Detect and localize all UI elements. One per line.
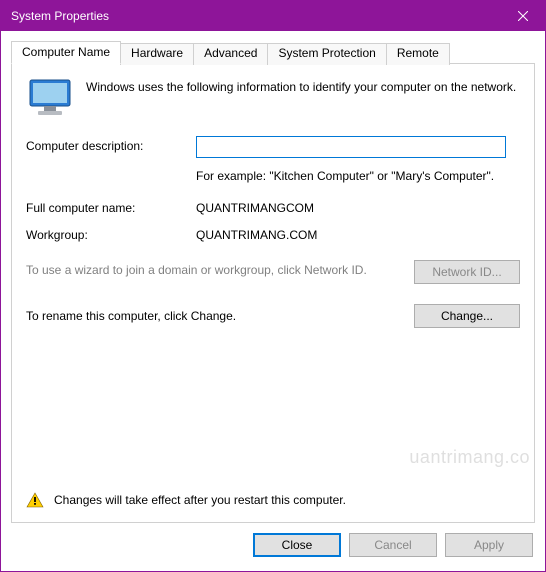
tab-remote[interactable]: Remote bbox=[386, 43, 450, 65]
dialog-button-bar: Close Cancel Apply bbox=[11, 523, 535, 561]
change-button[interactable]: Change... bbox=[414, 304, 520, 328]
description-row: Computer description: bbox=[26, 136, 520, 158]
watermark: uantrimang.co bbox=[409, 447, 530, 468]
close-icon bbox=[518, 11, 528, 21]
network-id-row: To use a wizard to join a domain or work… bbox=[26, 260, 520, 284]
apply-button: Apply bbox=[445, 533, 533, 557]
tab-panel-computer-name: Windows uses the following information t… bbox=[11, 63, 535, 523]
computer-icon bbox=[26, 78, 74, 118]
intro-row: Windows uses the following information t… bbox=[26, 78, 520, 118]
rename-row: To rename this computer, click Change. C… bbox=[26, 304, 520, 328]
warning-icon bbox=[26, 492, 44, 508]
close-button[interactable]: Close bbox=[253, 533, 341, 557]
full-name-label: Full computer name: bbox=[26, 198, 196, 215]
titlebar: System Properties bbox=[1, 1, 545, 31]
tab-system-protection[interactable]: System Protection bbox=[267, 43, 386, 65]
workgroup-value: QUANTRIMANG.COM bbox=[196, 225, 317, 242]
tab-strip: Computer Name Hardware Advanced System P… bbox=[11, 41, 535, 63]
description-label: Computer description: bbox=[26, 136, 196, 158]
system-properties-window: System Properties Computer Name Hardware… bbox=[0, 0, 546, 572]
computer-description-input[interactable] bbox=[196, 136, 506, 158]
tab-hardware[interactable]: Hardware bbox=[120, 43, 194, 65]
full-name-row: Full computer name: QUANTRIMANGCOM bbox=[26, 198, 520, 215]
close-window-button[interactable] bbox=[500, 1, 545, 31]
cancel-button: Cancel bbox=[349, 533, 437, 557]
tab-computer-name[interactable]: Computer Name bbox=[11, 41, 121, 64]
client-area: Computer Name Hardware Advanced System P… bbox=[1, 31, 545, 571]
warning-text: Changes will take effect after you resta… bbox=[54, 493, 346, 507]
network-id-text: To use a wizard to join a domain or work… bbox=[26, 260, 404, 278]
intro-text: Windows uses the following information t… bbox=[86, 78, 516, 118]
workgroup-row: Workgroup: QUANTRIMANG.COM bbox=[26, 225, 520, 242]
tab-advanced[interactable]: Advanced bbox=[193, 43, 268, 65]
workgroup-label: Workgroup: bbox=[26, 225, 196, 242]
description-example: For example: "Kitchen Computer" or "Mary… bbox=[196, 168, 506, 184]
restart-warning: Changes will take effect after you resta… bbox=[26, 492, 346, 508]
window-title: System Properties bbox=[11, 9, 500, 23]
rename-text: To rename this computer, click Change. bbox=[26, 309, 404, 323]
full-name-value: QUANTRIMANGCOM bbox=[196, 198, 314, 215]
network-id-button: Network ID... bbox=[414, 260, 520, 284]
